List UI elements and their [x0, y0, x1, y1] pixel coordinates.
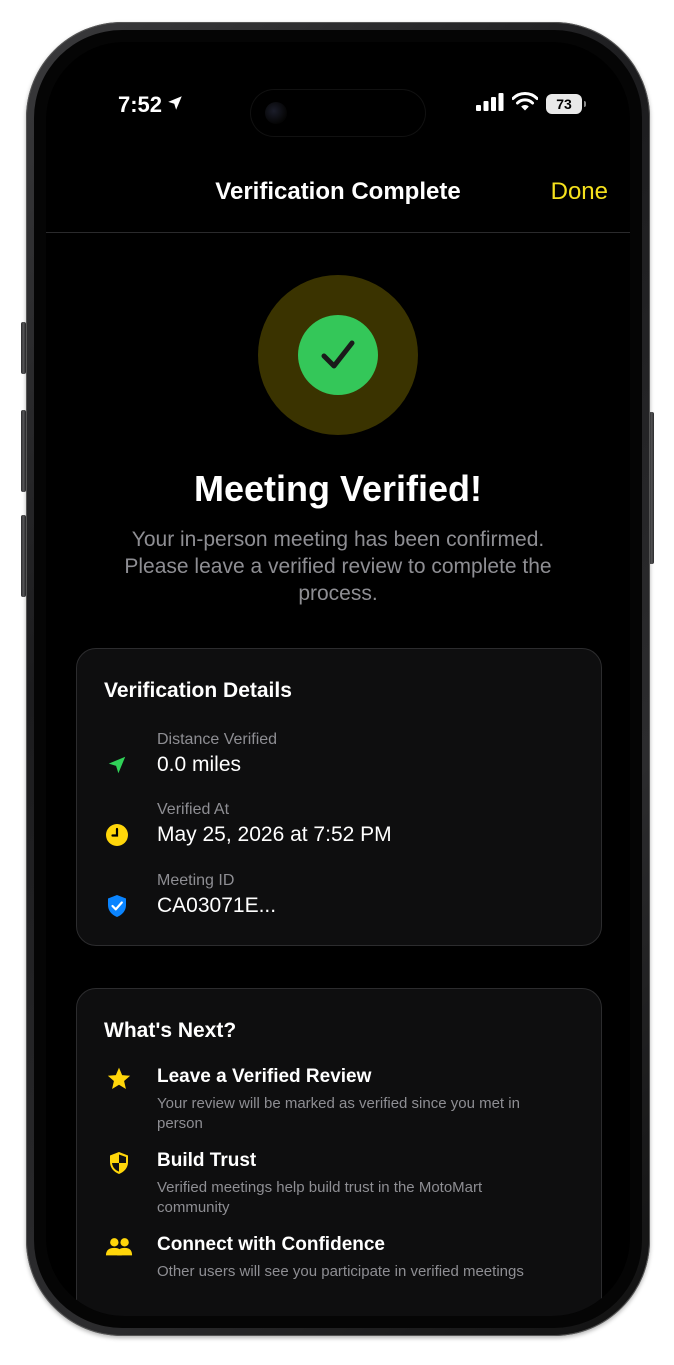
hero-title: Meeting Verified!	[193, 468, 483, 509]
detail-label: Meeting ID	[157, 872, 235, 889]
detail-label: Distance Verified	[157, 731, 278, 748]
cellular-signal-icon	[476, 92, 504, 116]
next-item-description: Verified meetings help build trust in th…	[157, 1179, 483, 1216]
detail-value: May 25, 2026 at 7:52 PM	[157, 823, 392, 846]
dynamic-island	[251, 90, 425, 136]
detail-value: 0.0 miles	[157, 753, 242, 776]
next-item-description: Your review will be marked as verified s…	[157, 1095, 520, 1132]
status-time-text: 7:52	[118, 92, 163, 117]
nav-divider	[46, 232, 630, 233]
location-arrow-icon	[105, 753, 129, 777]
screen: 7:52 73 Verification Complete Done Meeti…	[46, 42, 630, 1316]
phone-frame: 7:52 73 Verification Complete Done Meeti…	[26, 22, 650, 1336]
detail-row-distance: Distance Verified 0.0 miles	[77, 731, 601, 791]
card-title: Verification Details	[104, 679, 292, 702]
next-item-title: Build Trust	[157, 1150, 257, 1171]
wifi-icon	[511, 92, 539, 116]
front-camera	[265, 102, 287, 124]
clock-icon	[105, 823, 129, 847]
done-button[interactable]: Done	[551, 178, 608, 206]
next-item-title: Leave a Verified Review	[157, 1066, 372, 1087]
next-item-description: Other users will see you participate in …	[157, 1263, 524, 1280]
detail-label: Verified At	[157, 801, 230, 818]
card-title: What's Next?	[104, 1019, 237, 1042]
page-title: Verification Complete	[215, 178, 461, 205]
location-services-icon	[166, 92, 184, 118]
status-indicators: 73	[476, 92, 586, 116]
detail-value: CA03071E...	[157, 894, 277, 917]
battery-indicator: 73	[546, 94, 586, 114]
screenshot: 7:52 73 Verification Complete Done Meeti…	[0, 0, 674, 1365]
people-icon	[105, 1233, 133, 1261]
detail-row-meeting-id: Meeting ID CA03071E...	[77, 872, 601, 932]
hero-subtitle: Your in-person meeting has been confirme…	[124, 528, 552, 605]
detail-row-verified-at: Verified At May 25, 2026 at 7:52 PM	[77, 801, 601, 861]
next-item-title: Connect with Confidence	[157, 1234, 385, 1255]
checkmark-icon	[298, 315, 378, 395]
shield-check-icon	[105, 894, 129, 918]
status-time: 7:52	[118, 92, 184, 118]
shield-icon	[105, 1149, 133, 1177]
star-icon	[105, 1065, 133, 1093]
verification-details-card: Verification Details Distance Verified 0…	[76, 648, 602, 946]
whats-next-card: What's Next? Leave a Verified Review You…	[76, 988, 602, 1316]
battery-level: 73	[556, 96, 572, 112]
